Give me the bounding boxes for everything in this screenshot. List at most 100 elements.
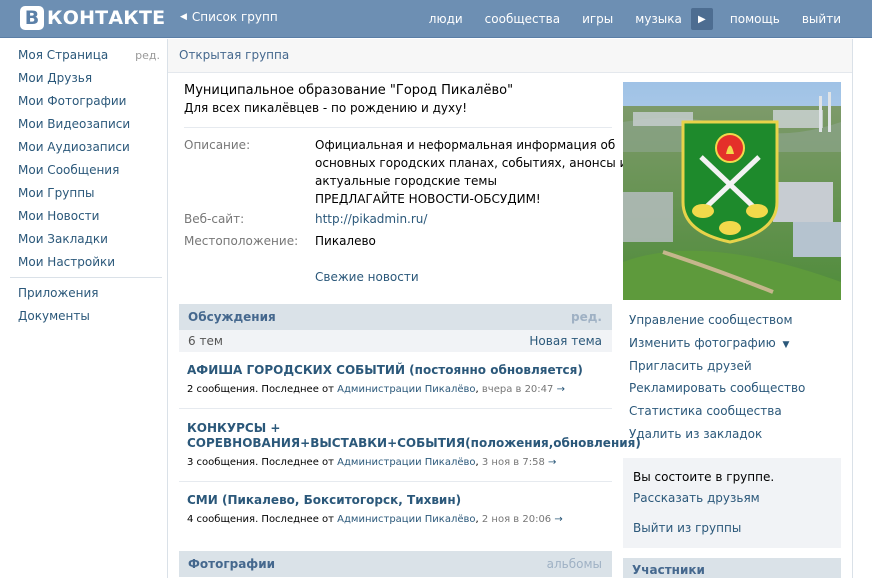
top-header: В КОНТАКТЕ ◀ Список групп люди сообществ… bbox=[0, 0, 892, 38]
tell-friends-link[interactable]: Рассказать друзьям bbox=[633, 491, 760, 505]
menu-item-label[interactable]: Документы bbox=[18, 305, 90, 328]
members-header[interactable]: Участники bbox=[623, 558, 841, 578]
menu-item-label[interactable]: Мои Новости bbox=[18, 205, 99, 228]
community-stats-link[interactable]: Статистика сообщества bbox=[629, 404, 782, 418]
topic-go-arrow-icon[interactable]: → bbox=[548, 457, 556, 468]
back-to-groups-link[interactable]: ◀ Список групп bbox=[180, 10, 278, 24]
menu-item-label[interactable]: Мои Группы bbox=[18, 182, 95, 205]
description-text: Официальная и неформальная информация об… bbox=[315, 136, 627, 208]
change-photo-link[interactable]: Изменить фотографию ▼ bbox=[629, 336, 789, 350]
dropdown-arrow-icon: ▼ bbox=[782, 340, 790, 350]
topic-author-link[interactable]: Администрации Пикалёво bbox=[337, 514, 475, 525]
menu-item-label[interactable]: Мои Видеозаписи bbox=[18, 113, 130, 136]
topic-time: 3 ноя в 7:58 bbox=[481, 457, 545, 468]
topic-meta: 4 сообщения. Последнее от Администрации … bbox=[187, 514, 563, 525]
nav-logout[interactable]: выйти bbox=[791, 12, 852, 26]
location-value: Пикалево bbox=[315, 234, 376, 248]
menu-item-label[interactable]: Мои Фотографии bbox=[18, 90, 126, 113]
website-link[interactable]: http://pikadmin.ru/ bbox=[315, 210, 427, 228]
remove-bookmark-link[interactable]: Удалить из закладок bbox=[629, 427, 762, 441]
topics-count: 6 тем bbox=[188, 334, 223, 348]
location-label: Местоположение: bbox=[184, 234, 299, 248]
description-label: Описание: bbox=[184, 138, 251, 152]
group-photo[interactable] bbox=[623, 82, 841, 300]
menu-item-news[interactable]: Мои Новости bbox=[10, 205, 162, 228]
menu-item-my-page[interactable]: Моя Страница ред. bbox=[10, 44, 162, 67]
description-line: Официальная и неформальная информация об bbox=[315, 138, 616, 152]
topic-go-arrow-icon[interactable]: → bbox=[557, 384, 565, 395]
menu-edit-link[interactable]: ред. bbox=[135, 44, 162, 67]
fresh-news-link[interactable]: Свежие новости bbox=[315, 268, 419, 286]
group-slogan: Для всех пикалёвцев - по рождению и духу… bbox=[184, 101, 468, 115]
menu-item-messages[interactable]: Мои Сообщения bbox=[10, 159, 162, 182]
header-edge bbox=[872, 0, 892, 38]
topic-title[interactable]: АФИША ГОРОДСКИХ СОБЫТИЙ (постоянно обнов… bbox=[187, 363, 607, 378]
topic-meta-text: 4 сообщения. Последнее от bbox=[187, 514, 334, 525]
menu-item-label[interactable]: Мои Друзья bbox=[18, 67, 92, 90]
menu-item-documents[interactable]: Документы bbox=[10, 305, 162, 328]
menu-item-label[interactable]: Моя Страница bbox=[18, 44, 108, 67]
menu-item-videos[interactable]: Мои Видеозаписи bbox=[10, 113, 162, 136]
menu-item-settings[interactable]: Мои Настройки bbox=[10, 251, 162, 274]
play-icon[interactable]: ▶ bbox=[690, 8, 713, 30]
topic-author-link[interactable]: Администрации Пикалёво bbox=[337, 384, 475, 395]
menu-item-label[interactable]: Мои Аудиозаписи bbox=[18, 136, 130, 159]
menu-item-audio[interactable]: Мои Аудиозаписи bbox=[10, 136, 162, 159]
topic-time: 2 ноя в 20:06 bbox=[481, 514, 552, 525]
menu-item-bookmarks[interactable]: Мои Закладки bbox=[10, 228, 162, 251]
membership-status: Вы состоите в группе. bbox=[633, 470, 775, 484]
menu-item-friends[interactable]: Мои Друзья bbox=[10, 67, 162, 90]
nav-music[interactable]: музыка bbox=[624, 12, 693, 26]
topic-item: АФИША ГОРОДСКИХ СОБЫТИЙ (постоянно обнов… bbox=[187, 363, 607, 395]
invite-friends-link[interactable]: Пригласить друзей bbox=[629, 359, 752, 373]
topic-meta: 2 сообщения. Последнее от Администрации … bbox=[187, 384, 565, 395]
topic-divider bbox=[179, 481, 612, 482]
leave-group-link[interactable]: Выйти из группы bbox=[633, 521, 741, 535]
albums-link[interactable]: альбомы bbox=[547, 557, 602, 571]
topic-time: вчера в 20:47 bbox=[481, 384, 554, 395]
back-label: Список групп bbox=[191, 10, 278, 24]
topic-item: КОНКУРСЫ + СОРЕВНОВАНИЯ+ВЫСТАВКИ+СОБЫТИЯ… bbox=[187, 421, 641, 468]
info-divider bbox=[184, 127, 612, 128]
group-photo-image bbox=[623, 82, 841, 300]
menu-item-label[interactable]: Приложения bbox=[18, 282, 99, 305]
discussions-header: Обсуждения ред. bbox=[179, 304, 612, 330]
discussions-edit-link[interactable]: ред. bbox=[571, 310, 602, 324]
nav-people[interactable]: люди bbox=[418, 12, 474, 26]
topic-title[interactable]: СМИ (Пикалево, Бокситогорск, Тихвин) bbox=[187, 493, 607, 508]
topic-meta-text: 3 сообщения. Последнее от bbox=[187, 457, 334, 468]
logo-letter: В bbox=[20, 6, 44, 30]
group-name: Муниципальное образование "Город Пикалёв… bbox=[184, 83, 514, 98]
logo-text: КОНТАКТЕ bbox=[47, 7, 166, 29]
topic-meta-text: 2 сообщения. Последнее от bbox=[187, 384, 334, 395]
advertise-community-link[interactable]: Рекламировать сообщество bbox=[629, 381, 805, 395]
menu-item-groups[interactable]: Мои Группы bbox=[10, 182, 162, 205]
vk-logo[interactable]: В КОНТАКТЕ bbox=[20, 5, 165, 31]
nav-help[interactable]: помощь bbox=[719, 12, 791, 26]
discussions-title: Обсуждения bbox=[188, 310, 276, 324]
nav-games[interactable]: игры bbox=[571, 12, 624, 26]
topic-go-arrow-icon[interactable]: → bbox=[554, 514, 562, 525]
topic-author-link[interactable]: Администрации Пикалёво bbox=[337, 457, 475, 468]
membership-box: Вы состоите в группе. Рассказать друзьям… bbox=[623, 458, 841, 548]
topic-meta: 3 сообщения. Последнее от Администрации … bbox=[187, 457, 557, 468]
group-type-title: Открытая группа bbox=[168, 39, 852, 73]
website-label: Веб-сайт: bbox=[184, 212, 245, 226]
topic-title[interactable]: КОНКУРСЫ + СОРЕВНОВАНИЯ+ВЫСТАВКИ+СОБЫТИЯ… bbox=[187, 421, 641, 451]
change-photo-label: Изменить фотографию bbox=[629, 336, 776, 350]
photos-header: Фотографии альбомы bbox=[179, 551, 612, 577]
menu-item-label[interactable]: Мои Сообщения bbox=[18, 159, 119, 182]
topic-divider bbox=[179, 408, 612, 409]
menu-item-label[interactable]: Мои Закладки bbox=[18, 228, 108, 251]
topic-item: СМИ (Пикалево, Бокситогорск, Тихвин) 4 с… bbox=[187, 493, 607, 525]
left-menu: Моя Страница ред. Мои Друзья Мои Фотогра… bbox=[10, 44, 162, 328]
manage-community-link[interactable]: Управление сообществом bbox=[629, 313, 793, 327]
new-topic-link[interactable]: Новая тема bbox=[529, 334, 602, 348]
menu-divider bbox=[10, 277, 162, 278]
menu-item-apps[interactable]: Приложения bbox=[10, 282, 162, 305]
menu-item-label[interactable]: Мои Настройки bbox=[18, 251, 115, 274]
top-nav: люди сообщества игры музыка ▶ помощь вый… bbox=[418, 0, 852, 38]
description-line: основных городских планах, событиях, ано… bbox=[315, 156, 628, 170]
menu-item-photos[interactable]: Мои Фотографии bbox=[10, 90, 162, 113]
nav-communities[interactable]: сообщества bbox=[474, 12, 571, 26]
